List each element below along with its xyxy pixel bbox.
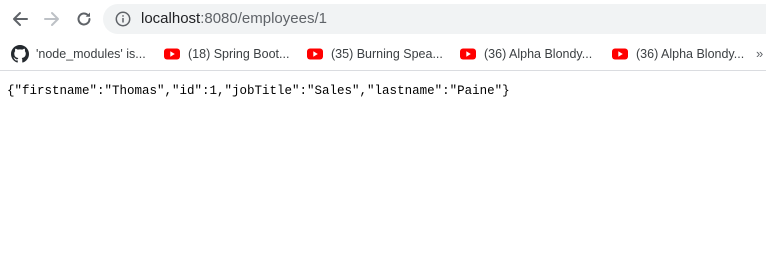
youtube-icon (612, 48, 628, 60)
url-text[interactable]: localhost:8080/employees/1 (141, 10, 327, 28)
youtube-icon (307, 48, 323, 60)
youtube-icon (164, 48, 180, 60)
json-response-text: {"firstname":"Thomas","id":1,"jobTitle":… (7, 84, 510, 98)
bookmark-label: (36) Alpha Blondy... (484, 47, 593, 61)
url-path: :8080/employees/1 (200, 10, 327, 27)
bookmark-item[interactable]: (18) Spring Boot... (163, 45, 289, 63)
forward-arrow-icon (44, 12, 59, 26)
address-bar[interactable]: localhost:8080/employees/1 (103, 4, 766, 34)
bookmark-item[interactable]: (36) Alpha Blondy... (611, 45, 744, 63)
reload-button[interactable] (73, 8, 95, 30)
bookmark-label: (18) Spring Boot... (188, 47, 290, 61)
youtube-icon (460, 48, 476, 60)
bookmark-label: 'node_modules' is... (36, 47, 146, 61)
bookmark-item[interactable]: 'node_modules' is... (11, 45, 146, 63)
bookmark-label: (35) Burning Spea... (331, 47, 443, 61)
url-host: localhost (141, 10, 201, 27)
bookmark-item[interactable]: (36) Alpha Blondy... (459, 45, 592, 63)
back-button[interactable] (9, 8, 31, 30)
forward-button[interactable] (41, 8, 63, 30)
bookmark-label: (36) Alpha Blondy... (636, 47, 745, 61)
back-arrow-icon (13, 12, 28, 26)
browser-toolbar: localhost:8080/employees/1 (0, 0, 766, 38)
site-info-icon[interactable] (115, 11, 131, 27)
bookmarks-bar: 'node_modules' is... (18) Spring Boot...… (0, 38, 766, 71)
github-icon (11, 45, 29, 63)
bookmark-item[interactable]: (35) Burning Spea... (306, 45, 443, 63)
more-bookmarks-icon[interactable]: » (756, 46, 763, 61)
reload-icon (77, 12, 91, 26)
